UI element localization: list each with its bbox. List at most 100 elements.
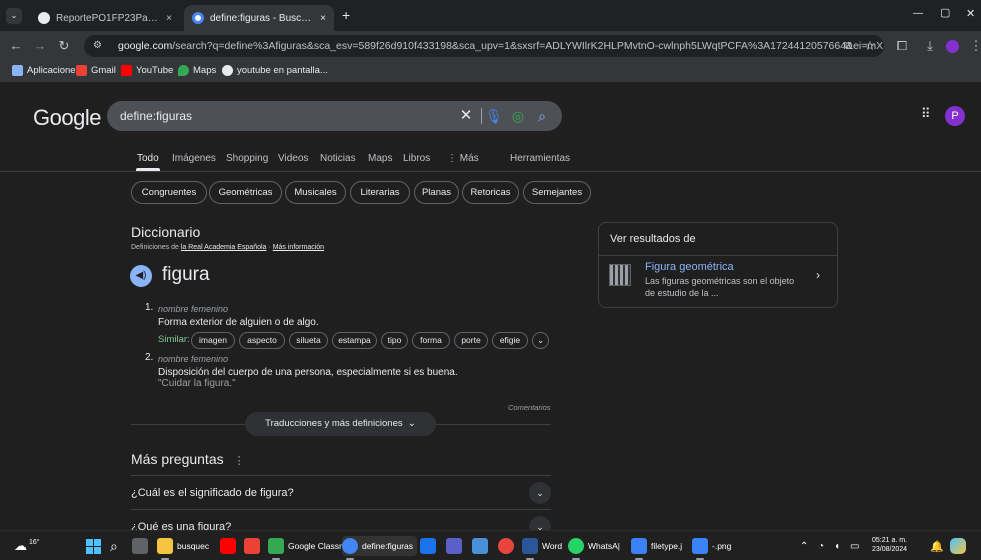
taskbar-app-classroom[interactable]: Google Classr — [268, 536, 342, 560]
pronunciation-button[interactable]: ◀) — [130, 265, 152, 287]
synonym-chip[interactable]: porte — [454, 332, 488, 349]
bookmark-youtube-pantalla[interactable]: youtube en pantalla... — [222, 65, 328, 76]
bookmark-gmail[interactable]: Gmail — [76, 65, 116, 76]
synonym-chip[interactable]: forma — [412, 332, 450, 349]
feedback-link[interactable]: Comentarios — [508, 403, 551, 412]
chip-planas[interactable]: Planas — [414, 181, 459, 204]
wifi-icon[interactable]: ◔ — [818, 536, 824, 556]
microphone-icon[interactable]: 🎙 — [485, 107, 503, 125]
taskbar-app-teams[interactable] — [446, 536, 466, 556]
faq-heading: Más preguntas ⋮ — [131, 451, 245, 467]
google-lens-icon[interactable]: ◎ — [509, 107, 527, 125]
chip-literarias[interactable]: Literarias — [350, 181, 410, 204]
taskbar-app-image1[interactable]: filetype.j — [631, 536, 682, 560]
maximize-button[interactable]: ▢ — [940, 6, 950, 19]
task-view-icon[interactable] — [132, 536, 152, 556]
taskbar-app-youtube[interactable] — [220, 536, 240, 556]
chrome-menu-icon[interactable]: ⋮ — [966, 36, 981, 56]
forward-arrow-icon[interactable]: → — [30, 36, 50, 56]
taskbar-app-word[interactable]: Word — [522, 536, 562, 560]
tools-button[interactable]: Herramientas — [510, 153, 570, 164]
minimize-button[interactable]: — — [913, 8, 923, 19]
back-arrow-icon[interactable]: ← — [6, 36, 26, 56]
see-results-about-panel: Ver resultados de Figura geométrica Las … — [598, 222, 838, 308]
open-in-app-icon[interactable]: ⧉ — [838, 36, 858, 56]
synonym-chip[interactable]: estampa — [332, 332, 377, 349]
address-bar[interactable]: ⚙ google.com/search?q=define%3Afiguras&s… — [84, 35, 884, 57]
more-options-icon[interactable]: ⋮ — [228, 455, 245, 467]
taskbar-app-whatsapp[interactable]: WhatsA| — [568, 536, 620, 560]
tab-search-button[interactable]: ⌄ — [6, 8, 22, 24]
clock[interactable]: 05:21 a. m. 23/08/2024 — [872, 536, 907, 556]
browser-tab-active[interactable]: define:figuras - Buscar con Goo × — [184, 5, 334, 31]
source-prefix: Definiciones de — [131, 244, 179, 251]
copilot-icon[interactable] — [950, 536, 970, 556]
tab-noticias[interactable]: Noticias — [320, 153, 356, 164]
reload-icon[interactable]: ↻ — [54, 36, 74, 56]
bookmark-star-icon[interactable]: ☆ — [860, 36, 880, 56]
opera-icon — [498, 538, 514, 554]
taskbar-app-chrome[interactable]: define:figuras — [342, 536, 418, 560]
notification-bell-icon[interactable]: 🔔 — [930, 536, 944, 556]
synonym-chip[interactable]: tipo — [381, 332, 408, 349]
search-icon[interactable]: ⌕ — [533, 107, 551, 125]
search-input[interactable]: define:figuras — [120, 109, 192, 123]
tab-mas[interactable]: ⋮ Más — [447, 153, 479, 164]
search-box[interactable]: define:figuras ✕ 🎙 ◎ ⌕ — [107, 101, 562, 131]
tab-imagenes[interactable]: Imágenes — [172, 153, 216, 164]
chip-congruentes[interactable]: Congruentes — [131, 181, 207, 204]
start-button[interactable] — [86, 536, 101, 556]
new-tab-button[interactable]: + — [342, 7, 350, 23]
tab-maps[interactable]: Maps — [368, 153, 392, 164]
browser-tab[interactable]: ReportePO1FP23PabelloSantos × — [30, 5, 180, 31]
taskbar-app-explorer[interactable]: busquec — [157, 536, 209, 560]
avatar[interactable]: P — [945, 106, 965, 126]
chip-semejantes[interactable]: Semejantes — [523, 181, 591, 204]
battery-icon[interactable]: ▭ — [850, 536, 859, 556]
taskbar-app-gmail[interactable] — [244, 536, 264, 556]
tab-todo[interactable]: Todo — [137, 153, 159, 164]
photos-icon — [631, 538, 647, 554]
tab-libros[interactable]: Libros — [403, 153, 430, 164]
taskbar-app-image2[interactable]: -.png — [692, 536, 731, 560]
synonym-chip[interactable]: aspecto — [239, 332, 285, 349]
more-info-link[interactable]: Más información — [273, 244, 324, 251]
taskbar-app-calculator[interactable] — [472, 536, 492, 556]
site-info-icon[interactable]: ⚙ — [93, 35, 102, 57]
expand-synonyms-button[interactable]: ⌄ — [532, 332, 549, 349]
bookmark-maps[interactable]: Maps — [178, 65, 216, 76]
periodic-table-thumbnail — [609, 264, 631, 286]
bookmark-apps[interactable]: Aplicaciones — [12, 65, 80, 76]
taskbar-app-edu[interactable] — [420, 536, 440, 556]
bookmarks-bar: Aplicaciones Gmail YouTube Maps youtube … — [0, 61, 981, 83]
similar-label: Similar: — [158, 334, 190, 345]
rae-link[interactable]: la Real Academia Española — [181, 244, 267, 251]
synonym-chip[interactable]: silueta — [289, 332, 328, 349]
more-definitions-button[interactable]: Traducciones y más definiciones ⌄ — [245, 412, 436, 436]
synonym-chip[interactable]: imagen — [191, 332, 235, 349]
weather-widget[interactable]: ☁ 16° — [14, 536, 40, 556]
bookmark-youtube[interactable]: YouTube — [121, 65, 173, 76]
chip-retoricas[interactable]: Retoricas — [462, 181, 519, 204]
show-hidden-icons[interactable]: ⌃ — [800, 536, 808, 556]
google-logo[interactable]: Google — [33, 105, 101, 131]
google-apps-icon[interactable]: ⠿ — [921, 106, 931, 122]
faq-item[interactable]: ¿Cuál es el significado de figura? ⌄ — [131, 475, 551, 509]
chip-geometricas[interactable]: Geométricas — [209, 181, 282, 204]
search-taskbar-icon[interactable]: ⌕ — [110, 536, 118, 556]
side-result-title[interactable]: Figura geométrica — [645, 261, 734, 273]
synonym-chip[interactable]: efigie — [492, 332, 528, 349]
volume-icon[interactable]: ◖ — [834, 536, 840, 556]
extensions-icon[interactable]: ⧠ — [892, 36, 912, 56]
chip-musicales[interactable]: Musicales — [285, 181, 346, 204]
download-icon[interactable]: ⤓ — [920, 36, 940, 56]
close-window-button[interactable]: ✕ — [966, 7, 975, 20]
close-tab-icon[interactable]: × — [314, 13, 326, 24]
tab-shopping[interactable]: Shopping — [226, 153, 268, 164]
profile-avatar-small[interactable] — [946, 40, 959, 53]
close-tab-icon[interactable]: × — [160, 13, 172, 24]
side-result[interactable]: Figura geométrica Las figuras geométrica… — [599, 256, 837, 308]
tab-videos[interactable]: Videos — [278, 153, 308, 164]
taskbar-app-opera[interactable] — [498, 536, 518, 556]
clear-search-icon[interactable]: ✕ — [457, 107, 475, 125]
